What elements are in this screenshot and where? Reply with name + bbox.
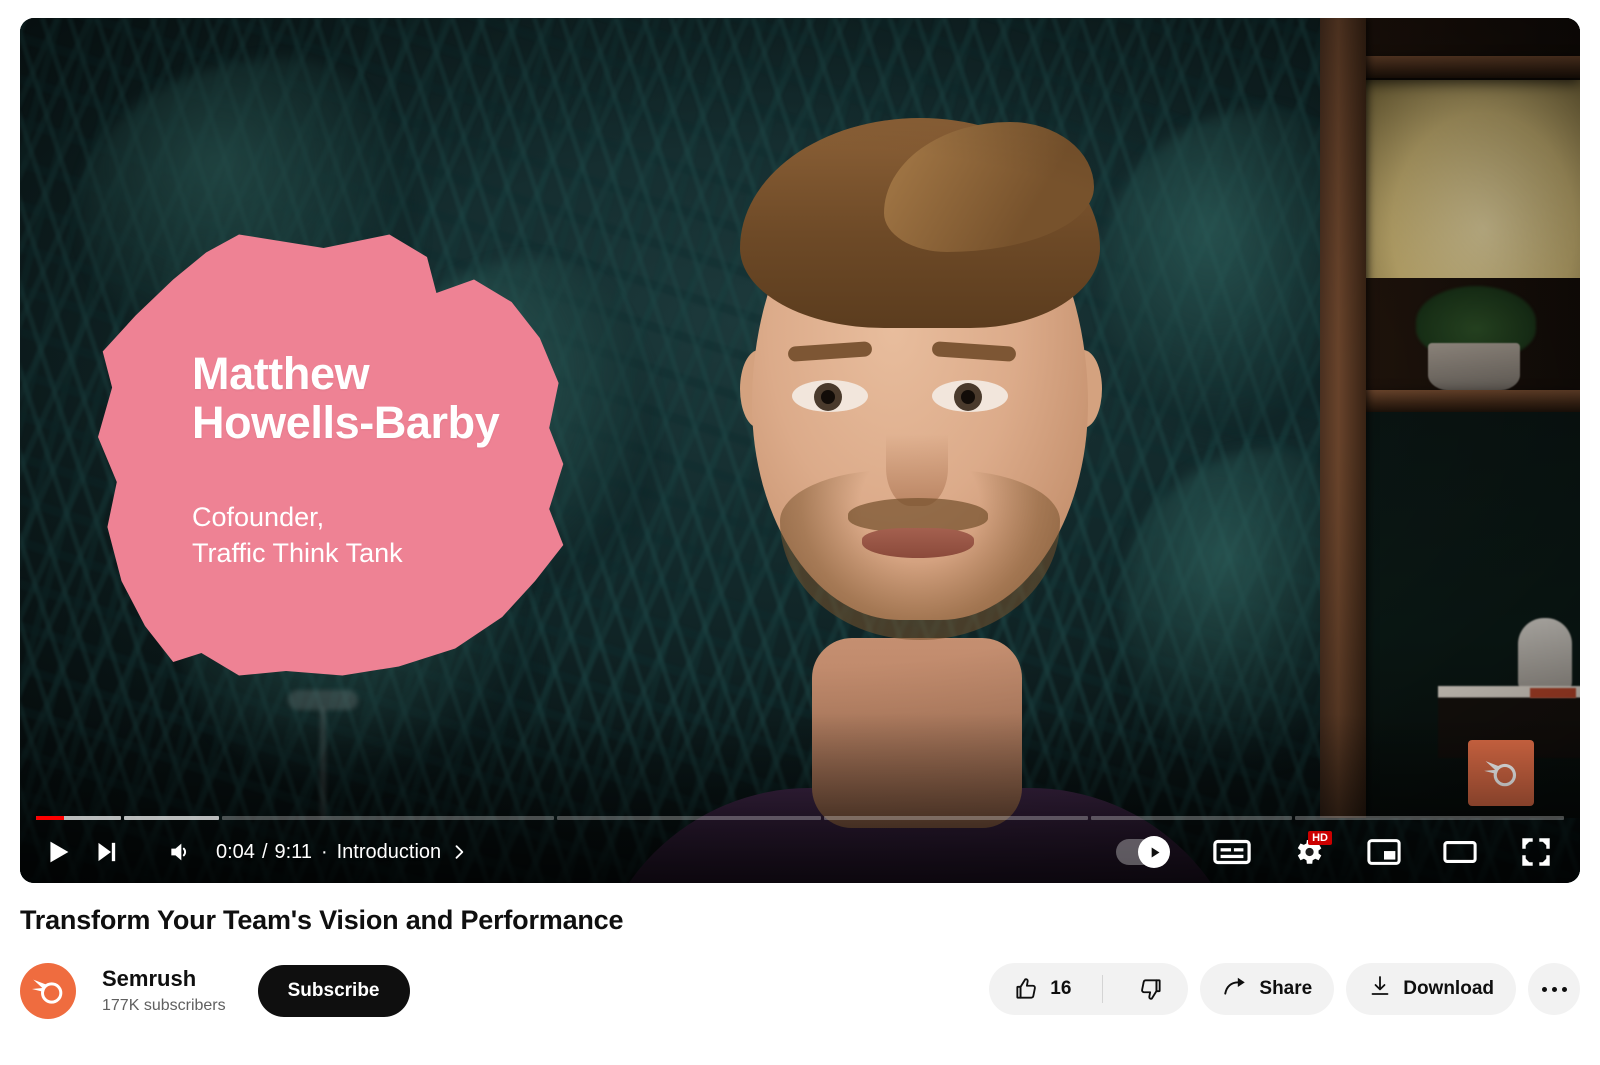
current-time: 0:04 — [216, 840, 255, 863]
speaker-role-text: Cofounder, Traffic Think Tank — [192, 500, 592, 572]
channel-name[interactable]: Semrush — [102, 965, 226, 993]
current-chapter-name[interactable]: Introduction — [337, 841, 442, 864]
share-icon — [1222, 973, 1248, 1005]
video-player[interactable]: Matthew Howells-Barby Cofounder, Traffic… — [20, 18, 1580, 883]
download-icon — [1368, 974, 1392, 1004]
video-actions: 16 Share Download — [989, 963, 1580, 1015]
time-separator: / — [261, 840, 268, 863]
player-controls: 0:04 / 9:11 · Introduction HD — [20, 821, 1580, 883]
quality-hd-badge: HD — [1308, 831, 1332, 846]
more-dot — [1541, 986, 1547, 992]
channel-text-block: Semrush 177K subscribers — [102, 965, 226, 1017]
like-count: 16 — [1050, 978, 1072, 999]
download-button[interactable]: Download — [1346, 963, 1516, 1015]
total-duration: 9:11 — [274, 840, 312, 863]
dislike-button[interactable] — [1114, 963, 1188, 1015]
progress-buffered — [123, 816, 219, 820]
time-and-chapter-display[interactable]: 0:04 / 9:11 · Introduction — [216, 841, 469, 864]
download-label: Download — [1403, 978, 1494, 999]
progress-chapter-segment[interactable] — [221, 816, 554, 820]
channel-avatar[interactable] — [20, 963, 76, 1019]
progress-chapter-segment[interactable] — [1091, 816, 1293, 820]
share-button[interactable]: Share — [1200, 963, 1335, 1015]
progress-chapter-segment[interactable] — [1295, 816, 1564, 820]
progress-chapter-segment[interactable] — [824, 816, 1089, 820]
progress-played — [36, 816, 64, 820]
share-label: Share — [1259, 978, 1313, 999]
channel-block: Semrush 177K subscribers Subscribe — [20, 963, 410, 1019]
chapter-chevron-right-icon[interactable] — [449, 842, 469, 862]
play-button[interactable] — [34, 828, 82, 876]
action-divider — [1102, 975, 1104, 1003]
speaker-name-badge — [98, 234, 564, 676]
autoplay-toggle-button[interactable] — [1106, 828, 1178, 876]
channel-subscriber-count: 177K subscribers — [102, 996, 226, 1014]
speaker-name-line-2: Howells-Barby — [192, 396, 500, 448]
video-meta-row: Semrush 177K subscribers Subscribe 16 Sh… — [20, 955, 1580, 1035]
theater-mode-button[interactable] — [1436, 828, 1484, 876]
progress-chapter-segment[interactable] — [36, 816, 121, 820]
miniplayer-button[interactable] — [1360, 828, 1408, 876]
autoplay-switch-knob — [1138, 836, 1170, 868]
speaker-name-line-1: Matthew — [192, 348, 370, 399]
progress-chapter-segment[interactable] — [556, 816, 822, 820]
progress-chapter-segment[interactable] — [123, 816, 219, 820]
subscribe-button[interactable]: Subscribe — [257, 965, 410, 1017]
like-button[interactable]: 16 — [989, 963, 1091, 1015]
subtitles-button[interactable] — [1208, 828, 1256, 876]
chapter-dot: · — [320, 840, 328, 863]
speaker-role-line-2: Traffic Think Tank — [192, 537, 403, 568]
video-title: Transform Your Team's Vision and Perform… — [20, 905, 624, 935]
speaker-role-line-1: Cofounder, — [192, 502, 325, 532]
more-dot — [1561, 986, 1567, 992]
like-dislike-group: 16 — [989, 963, 1189, 1015]
fullscreen-button[interactable] — [1512, 828, 1560, 876]
volume-button[interactable] — [154, 828, 202, 876]
semrush-watermark-icon[interactable] — [1468, 740, 1534, 806]
speaker-name-text: Matthew Howells-Barby — [192, 348, 622, 448]
autoplay-switch-track[interactable] — [1116, 836, 1170, 868]
settings-button[interactable]: HD — [1284, 828, 1332, 876]
more-dot — [1551, 986, 1557, 992]
next-video-button[interactable] — [82, 828, 130, 876]
more-actions-button[interactable] — [1528, 963, 1580, 1015]
